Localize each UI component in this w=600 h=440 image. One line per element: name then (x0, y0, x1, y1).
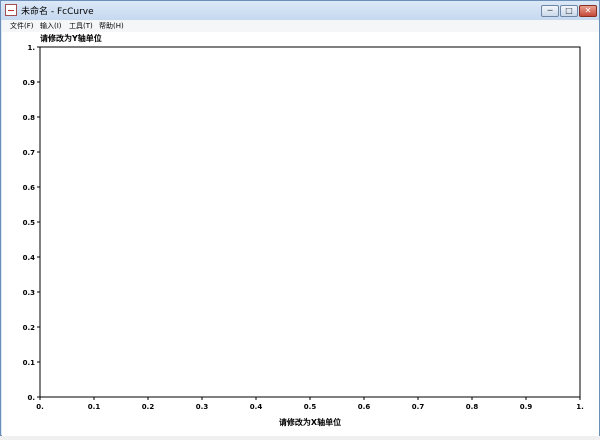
y-tick-label: 0.4 (23, 254, 36, 262)
y-tick-label: 0.9 (23, 79, 36, 87)
y-tick-label: 0.5 (23, 219, 36, 227)
menu-help[interactable]: 帮助(H) (99, 20, 124, 32)
y-tick-label: 0.7 (23, 149, 36, 157)
menu-file[interactable]: 文件(F) (10, 20, 34, 32)
menu-input[interactable]: 输入(I) (40, 20, 62, 32)
y-tick-label: 1. (27, 44, 35, 52)
window-title: 未命名 - FcCurve (21, 7, 94, 17)
x-tick-label: 0.4 (250, 403, 263, 411)
chart[interactable]: 请修改为Y轴单位 请修改为X轴单位 0. 0.1 0.2 0.3 0.4 0.5 0.6 0.… (2, 32, 599, 436)
y-axis-label[interactable]: 请修改为Y轴单位 (40, 33, 102, 43)
plot-frame (39, 46, 581, 398)
x-tick-label: 0.5 (304, 403, 317, 411)
plot-area[interactable]: 请修改为Y轴单位 请修改为X轴单位 0. 0.1 0.2 0.3 0.4 0.5 0.6 0.… (2, 32, 599, 436)
x-tick-label: 0.2 (142, 403, 155, 411)
menu-tools[interactable]: 工具(T) (69, 20, 93, 32)
x-tick-label: 0.9 (520, 403, 533, 411)
x-tick-label: 0.8 (466, 403, 479, 411)
x-tick-label: 0.1 (88, 403, 101, 411)
x-tick-label: 0.3 (196, 403, 209, 411)
y-tick-label: 0.8 (23, 114, 36, 122)
minimize-button[interactable]: ─ (541, 5, 559, 17)
x-tick-label: 1. (576, 403, 584, 411)
y-tick-label: 0. (27, 394, 35, 402)
app-window: 未命名 - FcCurve ─ □ ✕ 文件(F) 输入(I) 工具(T) 帮助… (0, 0, 600, 436)
app-icon[interactable] (5, 4, 17, 16)
y-axis: 1. 0.9 0.8 0.7 0.6 0.5 0.4 0.3 0.2 0.1 0. (23, 44, 40, 402)
y-tick-label: 0.1 (23, 359, 36, 367)
x-axis-label[interactable]: 请修改为X轴单位 (279, 417, 341, 427)
y-tick-label: 0.2 (23, 324, 36, 332)
maximize-button[interactable]: □ (560, 5, 578, 17)
x-tick-label: 0. (36, 403, 44, 411)
x-axis: 0. 0.1 0.2 0.3 0.4 0.5 0.6 0.7 0.8 0.9 1. (36, 397, 584, 411)
close-button[interactable]: ✕ (579, 5, 597, 17)
y-tick-label: 0.6 (23, 184, 36, 192)
title-bar[interactable]: 未命名 - FcCurve ─ □ ✕ (1, 1, 599, 20)
x-tick-label: 0.6 (358, 403, 371, 411)
y-tick-label: 0.3 (23, 289, 36, 297)
x-tick-label: 0.7 (412, 403, 425, 411)
